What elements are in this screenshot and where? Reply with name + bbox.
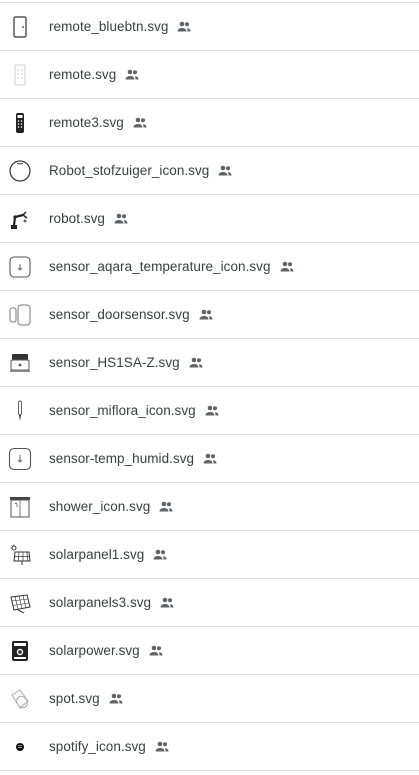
file-row[interactable]: solarpower.svg [0, 627, 419, 675]
people-icon [108, 691, 124, 707]
people-icon [124, 67, 140, 83]
file-row[interactable]: sensor_HS1SA-Z.svg [0, 339, 419, 387]
file-row[interactable]: spotify_icon.svg [0, 723, 419, 771]
file-name[interactable]: spot.svg [49, 691, 100, 706]
file-row[interactable]: shower_icon.svg [0, 483, 419, 531]
file-row[interactable]: Robot_stofzuiger_icon.svg [0, 147, 419, 195]
people-icon [152, 547, 168, 563]
smoke-sensor-icon [8, 351, 32, 375]
file-name[interactable]: sensor_HS1SA-Z.svg [49, 355, 180, 370]
shower-icon [8, 495, 32, 519]
file-name[interactable]: robot.svg [49, 211, 105, 226]
file-name[interactable]: remote.svg [49, 67, 116, 82]
file-name[interactable]: solarpanels3.svg [49, 595, 151, 610]
people-icon [132, 115, 148, 131]
robot-arm-icon [8, 207, 32, 231]
people-icon [113, 211, 129, 227]
people-icon [217, 163, 233, 179]
plant-sensor-icon [8, 399, 32, 423]
solar-panel-icon [8, 543, 32, 567]
people-icon [279, 259, 295, 275]
file-name[interactable]: solarpower.svg [49, 643, 140, 658]
file-name[interactable]: Robot_stofzuiger_icon.svg [49, 163, 209, 178]
file-name[interactable]: sensor_aqara_temperature_icon.svg [49, 259, 271, 274]
file-row[interactable]: sensor-temp_humid.svg [0, 435, 419, 483]
file-name[interactable]: remote3.svg [49, 115, 124, 130]
file-row[interactable]: solarpanels3.svg [0, 579, 419, 627]
remote-door-icon [8, 15, 32, 39]
file-row[interactable]: sensor_miflora_icon.svg [0, 387, 419, 435]
file-name[interactable]: sensor_miflora_icon.svg [49, 403, 196, 418]
people-icon [176, 19, 192, 35]
file-row[interactable]: remote3.svg [0, 99, 419, 147]
file-row[interactable]: remote_bluebtn.svg [0, 3, 419, 51]
file-row[interactable]: sensor_doorsensor.svg [0, 291, 419, 339]
solar-panels-icon [8, 591, 32, 615]
file-row[interactable]: spot.svg [0, 675, 419, 723]
temp-humid-sensor-icon [8, 447, 32, 471]
spotlight-icon [8, 687, 32, 711]
file-name[interactable]: shower_icon.svg [49, 499, 150, 514]
people-icon [159, 595, 175, 611]
file-name[interactable]: spotify_icon.svg [49, 739, 146, 754]
robot-vacuum-icon [8, 159, 32, 183]
file-name[interactable]: solarpanel1.svg [49, 547, 144, 562]
spotify-icon [8, 735, 32, 759]
people-icon [202, 451, 218, 467]
file-row[interactable]: sensor_aqara_temperature_icon.svg [0, 243, 419, 291]
file-row[interactable]: solarpanel1.svg [0, 531, 419, 579]
people-icon [188, 355, 204, 371]
people-icon [154, 739, 170, 755]
door-sensor-icon [8, 303, 32, 327]
people-icon [198, 307, 214, 323]
remote-dark-icon [8, 111, 32, 135]
file-name[interactable]: sensor-temp_humid.svg [49, 451, 194, 466]
people-icon [158, 499, 174, 515]
file-list: remote_bluebtn.svg remote.svg remote3.sv… [0, 0, 419, 771]
people-icon [204, 403, 220, 419]
people-icon [148, 643, 164, 659]
temperature-sensor-icon [8, 255, 32, 279]
solar-power-icon [8, 639, 32, 663]
file-name[interactable]: sensor_doorsensor.svg [49, 307, 190, 322]
remote-light-icon [8, 63, 32, 87]
file-name[interactable]: remote_bluebtn.svg [49, 19, 168, 34]
file-row[interactable]: remote.svg [0, 51, 419, 99]
file-row[interactable]: robot.svg [0, 195, 419, 243]
